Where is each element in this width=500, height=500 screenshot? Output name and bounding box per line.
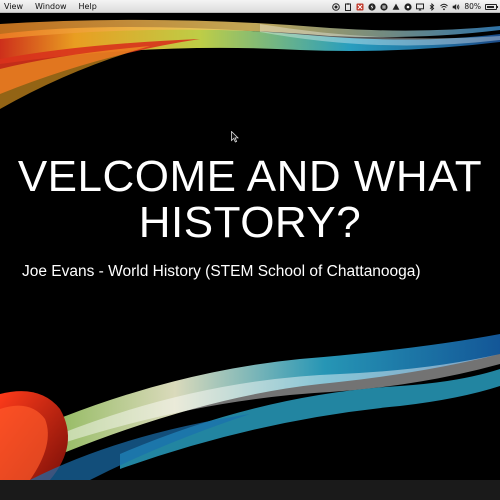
bluetooth-icon[interactable] — [428, 2, 436, 11]
mouse-pointer-icon — [231, 131, 239, 143]
screen-record-icon[interactable] — [332, 2, 341, 11]
cast-icon[interactable] — [416, 3, 425, 11]
slide-decoration — [0, 19, 500, 480]
menu-bar: View Window Help 80% — [0, 0, 500, 13]
presentation-slide: VELCOME AND WHAT HISTORY? Joe Evans - Wo… — [0, 14, 500, 480]
flash-icon[interactable] — [368, 2, 376, 11]
app-menu: View Window Help — [0, 0, 103, 12]
slide-subtitle: Joe Evans - World History (STEM School o… — [22, 263, 421, 280]
menu-help[interactable]: Help — [73, 0, 103, 13]
bottom-bar — [0, 480, 500, 500]
slide-title: VELCOME AND WHAT HISTORY? — [0, 154, 500, 246]
title-line-2: HISTORY? — [138, 198, 362, 247]
pause-icon[interactable] — [380, 2, 388, 11]
clipboard-icon[interactable] — [344, 2, 352, 11]
battery-percent: 80% — [464, 2, 481, 11]
wifi-icon[interactable] — [440, 3, 449, 11]
battery-icon[interactable] — [485, 3, 498, 10]
menu-view[interactable]: View — [0, 0, 29, 13]
volume-icon[interactable] — [452, 3, 460, 11]
title-line-1: VELCOME AND WHAT — [17, 152, 483, 201]
vpn-icon[interactable] — [356, 3, 364, 11]
menu-window[interactable]: Window — [29, 0, 73, 13]
battery-fill — [487, 5, 495, 8]
status-area: 80% — [332, 0, 498, 13]
drive-icon[interactable] — [392, 3, 400, 11]
eye-icon[interactable] — [404, 2, 412, 11]
